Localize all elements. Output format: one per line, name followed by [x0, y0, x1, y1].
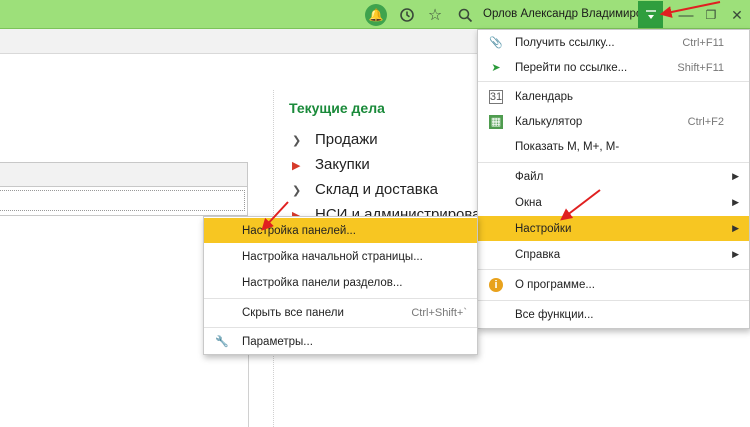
submenu-arrow-icon: ▶: [732, 171, 739, 181]
calendar-icon: 31: [489, 89, 503, 104]
chevron-right-icon: ❯: [292, 185, 302, 197]
menu-item-calculator[interactable]: ▦ Калькулятор Ctrl+F2: [478, 109, 749, 134]
submenu-item-hide-all-panels[interactable]: Скрыть все панели Ctrl+Shift+`: [204, 300, 477, 325]
link-icon: 📎: [489, 37, 503, 49]
menu-item-show-memory[interactable]: Показать M, M+, M-: [478, 134, 749, 159]
bell-icon[interactable]: 🔔: [365, 4, 387, 26]
star-icon[interactable]: ☆: [424, 4, 446, 26]
go-link-icon: ➤: [491, 62, 501, 74]
menu-item-get-link[interactable]: 📎 Получить ссылку... Ctrl+F11: [478, 30, 749, 55]
history-icon[interactable]: [396, 4, 418, 26]
menu-item-label: Окна: [515, 196, 542, 209]
menu-item-label: Показать M, M+, M-: [515, 140, 620, 153]
section-item-warehouse[interactable]: ❯ Склад и доставка: [292, 181, 438, 198]
shortcut-label: Shift+F11: [677, 61, 724, 74]
submenu-item-sections-panel-settings[interactable]: Настройка панели разделов...: [204, 270, 477, 295]
main-menu-dropdown: 📎 Получить ссылку... Ctrl+F11 ➤ Перейти …: [477, 29, 750, 329]
menu-item-file[interactable]: Файл ▶: [478, 164, 749, 189]
menu-item-label: Настройка начальной страницы...: [242, 250, 423, 263]
menu-item-label: Календарь: [515, 90, 574, 103]
menu-item-label: Перейти по ссылке...: [515, 61, 628, 74]
menu-item-calendar[interactable]: 31 Календарь: [478, 84, 749, 109]
submenu-arrow-icon: ▶: [732, 249, 739, 259]
menu-separator: [478, 269, 749, 270]
maximize-icon[interactable]: ❐: [700, 4, 722, 26]
title-bar: 🔔 ☆ Орлов Александр Владимирович — ❐ ✕: [0, 0, 750, 29]
toolbar: [0, 29, 478, 54]
menu-separator: [478, 300, 749, 301]
menu-item-label: Параметры...: [242, 335, 313, 348]
search-icon[interactable]: [454, 4, 476, 26]
submenu-arrow-icon: ▶: [732, 197, 739, 207]
section-item-label: Закупки: [315, 156, 370, 173]
section-item-purchases[interactable]: ▶ Закупки: [292, 156, 370, 173]
submenu-arrow-icon: ▶: [732, 223, 739, 233]
panel-header: [0, 163, 247, 187]
menu-item-windows[interactable]: Окна ▶: [478, 190, 749, 215]
menu-item-label: Все функции...: [515, 308, 594, 321]
submenu-item-parameters[interactable]: 🔧 Параметры...: [204, 329, 477, 354]
info-icon: i: [489, 277, 503, 292]
minimize-icon[interactable]: —: [675, 4, 697, 26]
menu-separator: [478, 81, 749, 82]
menu-item-help[interactable]: Справка ▶: [478, 242, 749, 267]
section-item-label: Склад и доставка: [315, 181, 438, 198]
menu-item-label: Калькулятор: [515, 115, 583, 128]
calculator-icon: ▦: [489, 114, 503, 129]
close-icon[interactable]: ✕: [726, 4, 748, 26]
menu-item-label: Файл: [515, 170, 544, 183]
menu-item-label: Скрыть все панели: [242, 306, 344, 319]
menu-icon[interactable]: [638, 1, 663, 28]
menu-item-label: Настройка панелей...: [242, 224, 356, 237]
section-item-sales[interactable]: ❯ Продажи: [292, 131, 378, 148]
menu-item-label: Получить ссылку...: [515, 36, 615, 49]
section-item-label: Продажи: [315, 131, 378, 148]
content-panel: [0, 162, 248, 216]
triangle-right-icon: ▶: [292, 160, 301, 172]
chevron-right-icon: ❯: [292, 135, 302, 147]
submenu-item-home-page-settings[interactable]: Настройка начальной страницы...: [204, 244, 477, 269]
settings-submenu: Настройка панелей... Настройка начальной…: [203, 216, 478, 355]
menu-item-label: Настройки: [515, 222, 572, 235]
menu-item-about[interactable]: i О программе...: [478, 272, 749, 297]
shortcut-label: Ctrl+F11: [682, 36, 724, 49]
menu-separator: [204, 327, 477, 328]
menu-item-label: О программе...: [515, 278, 595, 291]
menu-item-all-functions[interactable]: Все функции...: [478, 302, 749, 327]
shortcut-label: Ctrl+F2: [687, 115, 724, 128]
menu-item-label: Справка: [515, 248, 561, 261]
menu-item-label: Настройка панели разделов...: [242, 276, 403, 289]
submenu-item-panels-settings[interactable]: Настройка панелей...: [204, 218, 477, 243]
menu-item-settings[interactable]: Настройки ▶: [478, 216, 749, 241]
user-name[interactable]: Орлов Александр Владимирович: [483, 8, 661, 20]
menu-separator: [478, 162, 749, 163]
section-title: Текущие дела: [289, 100, 385, 116]
wrench-icon: 🔧: [215, 336, 229, 348]
shortcut-label: Ctrl+Shift+`: [411, 306, 467, 319]
panel-field[interactable]: [0, 190, 245, 211]
menu-separator: [204, 298, 477, 299]
menu-item-go-to-link[interactable]: ➤ Перейти по ссылке... Shift+F11: [478, 55, 749, 80]
